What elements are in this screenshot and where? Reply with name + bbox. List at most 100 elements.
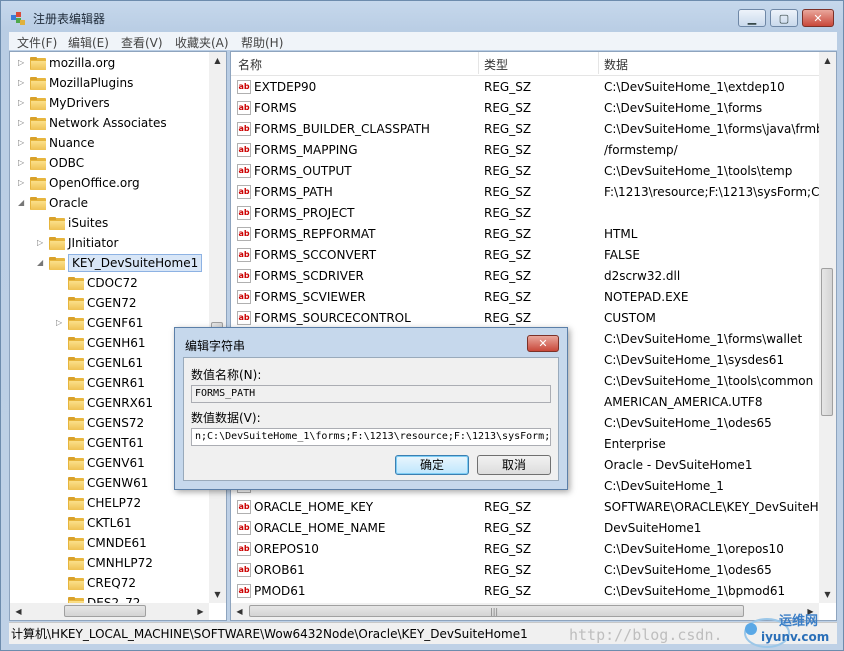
value-row[interactable]: ab FORMS_BUILDER_CLASSPATH REG_SZ C:\DevSui… [231,119,831,140]
tree-item[interactable]: ◢ Oracle [10,193,209,213]
tree-item[interactable]: ▷ Network Associates [10,113,209,133]
tree-hscroll-thumb[interactable] [64,605,146,617]
tree-item[interactable]: iSuites [10,213,209,233]
column-header-name[interactable]: 名称 [238,56,262,73]
tree-item[interactable]: CGEN72 [10,293,209,313]
tree-item-label[interactable]: CGENL61 [87,353,143,373]
scroll-down-arrow-icon[interactable]: ▼ [819,586,836,603]
expand-arrow-icon[interactable]: ▷ [18,119,25,127]
value-row[interactable]: ab FORMS_SCVIEWER REG_SZ NOTEPAD.EXE [231,287,831,308]
tree-item-label[interactable]: Nuance [49,133,95,153]
tree-item-label[interactable]: CGENH61 [87,333,146,353]
tree-item[interactable]: CMNDE61 [10,533,209,553]
tree-item-label[interactable]: ODBC [49,153,84,173]
expand-arrow-icon[interactable]: ▷ [18,99,25,107]
tree-item-label[interactable]: CMNDE61 [87,533,147,553]
dialog-close-button[interactable]: ✕ [527,335,559,352]
close-button[interactable]: ✕ [802,9,834,27]
tree-item-label[interactable]: CHELP72 [87,493,141,513]
value-row[interactable]: ab ORACLE_HOME_NAME REG_SZ DevSuiteHome1 [231,518,831,539]
expand-arrow-icon[interactable]: ▷ [18,159,25,167]
tree-item-label[interactable]: CREQ72 [87,573,136,593]
tree-item-label[interactable]: CKTL61 [87,513,132,533]
value-row[interactable]: ab FORMS_SCCONVERT REG_SZ FALSE [231,245,831,266]
tree-item-label[interactable]: iSuites [68,213,108,233]
value-row[interactable]: ab ORACLE_HOME_KEY REG_SZ SOFTWARE\ORACLE\K… [231,497,831,518]
tree-item-label[interactable]: CGENT61 [87,433,144,453]
menu-edit[interactable]: 编辑(E) [68,34,109,51]
values-horizontal-scrollbar[interactable]: ◀ ||| ▶ [231,603,819,620]
tree-item-label[interactable]: JInitiator [68,233,118,253]
tree-item[interactable]: ▷ Nuance [10,133,209,153]
tree-item[interactable]: CDOC72 [10,273,209,293]
menu-help[interactable]: 帮助(H) [241,34,283,51]
tree-item-label[interactable]: MozillaPlugins [49,73,133,93]
tree-item-label[interactable]: CMNHLP72 [87,553,153,573]
minimize-button[interactable]: ▁ [738,9,766,27]
cancel-button[interactable]: 取消 [477,455,551,475]
value-row[interactable]: ab OROB61 REG_SZ C:\DevSuiteHome_1\odes65 [231,560,831,581]
expand-arrow-icon[interactable]: ▷ [18,79,25,87]
menu-favorites[interactable]: 收藏夹(A) [175,34,229,51]
maximize-button[interactable]: ▢ [770,9,798,27]
column-separator[interactable] [598,52,599,74]
tree-item[interactable]: CREQ72 [10,573,209,593]
tree-item-label[interactable]: Network Associates [49,113,167,133]
column-header-data[interactable]: 数据 [604,56,628,73]
collapse-arrow-icon[interactable]: ◢ [37,259,44,267]
tree-item-label[interactable]: mozilla.org [49,53,115,73]
tree-item-label[interactable]: OpenOffice.org [49,173,140,193]
tree-item-label[interactable]: CGENRX61 [87,393,153,413]
values-hscroll-thumb[interactable]: ||| [249,605,744,617]
values-scroll-thumb[interactable] [821,268,833,416]
scroll-left-arrow-icon[interactable]: ◀ [231,603,248,620]
tree-item[interactable]: ▷ ODBC [10,153,209,173]
scroll-down-arrow-icon[interactable]: ▼ [209,586,226,603]
value-row[interactable]: ab PMOD61 REG_SZ C:\DevSuiteHome_1\bpmod61 [231,581,831,602]
scroll-up-arrow-icon[interactable]: ▲ [819,52,836,69]
value-name-field[interactable]: FORMS_PATH [191,385,551,403]
value-row[interactable]: ab FORMS REG_SZ C:\DevSuiteHome_1\forms [231,98,831,119]
value-row[interactable]: ab FORMS_PROJECT REG_SZ [231,203,831,224]
value-row[interactable]: ab FORMS_REPFORMAT REG_SZ HTML [231,224,831,245]
expand-arrow-icon[interactable]: ▷ [37,239,44,247]
tree-item-label[interactable]: CDOC72 [87,273,138,293]
expand-arrow-icon[interactable]: ▷ [56,319,63,327]
value-row[interactable]: ab FORMS_SOURCECONTROL REG_SZ CUSTOM [231,308,831,329]
tree-item-label[interactable]: CGENW61 [87,473,148,493]
tree-item[interactable]: CHELP72 [10,493,209,513]
value-row[interactable]: ab FORMS_PATH REG_SZ F:\1213\resource;F:\12… [231,182,831,203]
tree-item-label[interactable]: Oracle [49,193,88,213]
title-bar[interactable]: 注册表编辑器 ▁ ▢ ✕ [1,1,843,31]
tree-item-label[interactable]: MyDrivers [49,93,110,113]
tree-horizontal-scrollbar[interactable]: ◀ ▶ [10,603,209,620]
column-separator[interactable] [478,52,479,74]
values-vertical-scrollbar[interactable]: ▲ ▼ [819,52,836,603]
tree-item[interactable]: CKTL61 [10,513,209,533]
ok-button[interactable]: 确定 [395,455,469,475]
tree-item[interactable]: ▷ OpenOffice.org [10,173,209,193]
tree-item[interactable]: ◢ KEY_DevSuiteHome1 [10,253,209,273]
tree-item[interactable]: ▷ MyDrivers [10,93,209,113]
tree-item-label[interactable]: KEY_DevSuiteHome1 [68,254,203,272]
expand-arrow-icon[interactable]: ▷ [18,179,25,187]
value-row[interactable]: ab FORMS_MAPPING REG_SZ/formstemp/ [231,140,831,161]
scroll-right-arrow-icon[interactable]: ▶ [192,603,209,620]
value-row[interactable]: ab OREPOS10 REG_SZ C:\DevSuiteHome_1\orepos… [231,539,831,560]
value-row[interactable]: ab EXTDEP90 REG_SZ C:\DevSuiteHome_1\extdep… [231,77,831,98]
tree-item[interactable]: CMNHLP72 [10,553,209,573]
tree-item-label[interactable]: CGENF61 [87,313,143,333]
tree-item-label[interactable]: CGENV61 [87,453,145,473]
value-row[interactable]: ab FORMS_OUTPUT REG_SZ C:\DevSuiteHome_1\to… [231,161,831,182]
scroll-up-arrow-icon[interactable]: ▲ [209,52,226,69]
menu-view[interactable]: 查看(V) [121,34,163,51]
expand-arrow-icon[interactable]: ▷ [18,59,25,67]
tree-item-label[interactable]: CGEN72 [87,293,137,313]
tree-item[interactable]: ▷ JInitiator [10,233,209,253]
column-header-type[interactable]: 类型 [484,56,508,73]
scroll-left-arrow-icon[interactable]: ◀ [10,603,27,620]
tree-item-label[interactable]: CGENR61 [87,373,145,393]
collapse-arrow-icon[interactable]: ◢ [18,199,25,207]
value-data-field[interactable]: n;C:\DevSuiteHome_1\forms;F:\1213\resour… [191,428,551,446]
tree-item-label[interactable]: CGENS72 [87,413,144,433]
